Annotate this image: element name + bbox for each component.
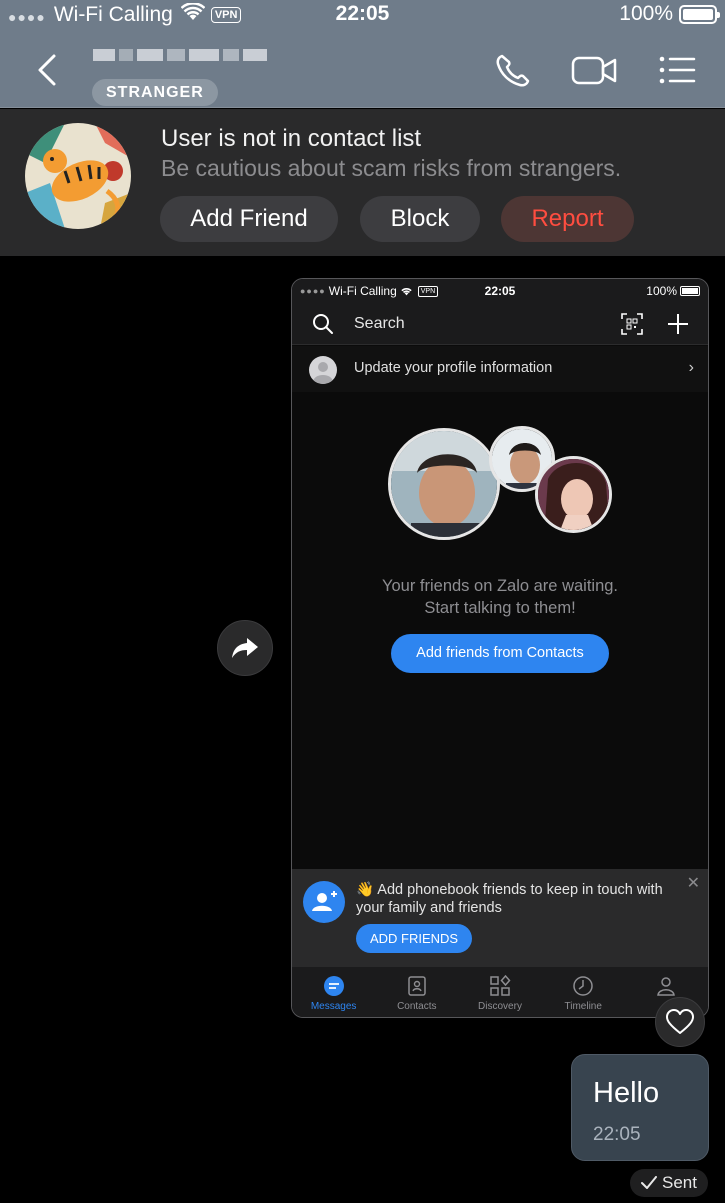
- person-icon: [657, 977, 676, 996]
- avatar[interactable]: [25, 123, 131, 229]
- search-placeholder: Search: [354, 315, 405, 332]
- update-profile-row: Update your profile information ›: [292, 346, 708, 392]
- messages-icon: [323, 976, 344, 996]
- shared-screenshot-image[interactable]: ●●●● Wi-Fi Calling VPN 22:05 100% Search…: [291, 278, 709, 1018]
- friends-waiting-text: Your friends on Zalo are waiting. Start …: [381, 577, 619, 617]
- heart-icon[interactable]: [655, 997, 705, 1047]
- battery-icon: [680, 286, 700, 296]
- phonebook-banner: 👋 Add phonebook friends to keep in touch…: [292, 869, 708, 967]
- tab-contacts: Contacts: [375, 967, 458, 1017]
- menu-list-icon[interactable]: [656, 50, 700, 90]
- plus-icon: [668, 314, 688, 334]
- contacts-icon: [408, 976, 426, 996]
- stranger-notice-panel: User is not in contact list Be cautious …: [0, 109, 725, 256]
- contact-name[interactable]: [93, 44, 278, 66]
- tab-messages: Messages: [292, 967, 375, 1017]
- friend-photo: [535, 456, 612, 533]
- close-icon: ✕: [686, 875, 700, 892]
- screenshot-status-bar: ●●●● Wi-Fi Calling VPN 22:05 100%: [292, 279, 708, 303]
- discovery-icon: [490, 975, 511, 996]
- screenshot-tab-bar: Messages Contacts Discovery Timeline: [292, 967, 708, 1017]
- chevron-right-icon: ›: [688, 359, 694, 376]
- sent-message-bubble[interactable]: Hello 22:05: [571, 1054, 709, 1161]
- back-icon[interactable]: [32, 50, 62, 90]
- battery-percent: 100%: [619, 2, 673, 25]
- forward-share-icon[interactable]: [217, 620, 273, 676]
- clock-icon: [573, 976, 593, 996]
- status-time: 22:05: [335, 2, 390, 25]
- empty-state: Your friends on Zalo are waiting. Start …: [292, 393, 708, 869]
- status-bar: ●●●● Wi-Fi Calling VPN 22:05 100%: [0, 0, 725, 30]
- checkmark-icon: [641, 1176, 657, 1189]
- add-contact-icon: [303, 881, 345, 923]
- add-friends-button: ADD FRIENDS: [356, 924, 472, 953]
- message-time: 22:05: [593, 1124, 641, 1145]
- sent-status: Sent: [630, 1169, 708, 1197]
- message-text: Hello: [593, 1077, 660, 1109]
- search-icon: [313, 314, 333, 334]
- video-call-icon[interactable]: [571, 50, 617, 90]
- not-in-contacts-title: User is not in contact list: [161, 125, 422, 152]
- add-friend-button[interactable]: Add Friend: [160, 196, 338, 242]
- battery-icon: [679, 4, 720, 24]
- profile-placeholder-avatar: [309, 356, 337, 384]
- friend-photo: [388, 428, 500, 540]
- screenshot-search-bar: Search: [292, 303, 708, 345]
- chat-header: STRANGER: [0, 30, 725, 108]
- qr-scan-icon: [621, 313, 643, 335]
- tab-timeline: Timeline: [542, 967, 625, 1017]
- report-button[interactable]: Report: [501, 196, 634, 242]
- stranger-badge: STRANGER: [92, 79, 218, 106]
- block-button[interactable]: Block: [360, 196, 480, 242]
- tab-discovery: Discovery: [458, 967, 541, 1017]
- scam-warning-text: Be cautious about scam risks from strang…: [161, 155, 622, 181]
- phone-icon[interactable]: [492, 50, 536, 90]
- add-friends-from-contacts-button: Add friends from Contacts: [391, 634, 609, 673]
